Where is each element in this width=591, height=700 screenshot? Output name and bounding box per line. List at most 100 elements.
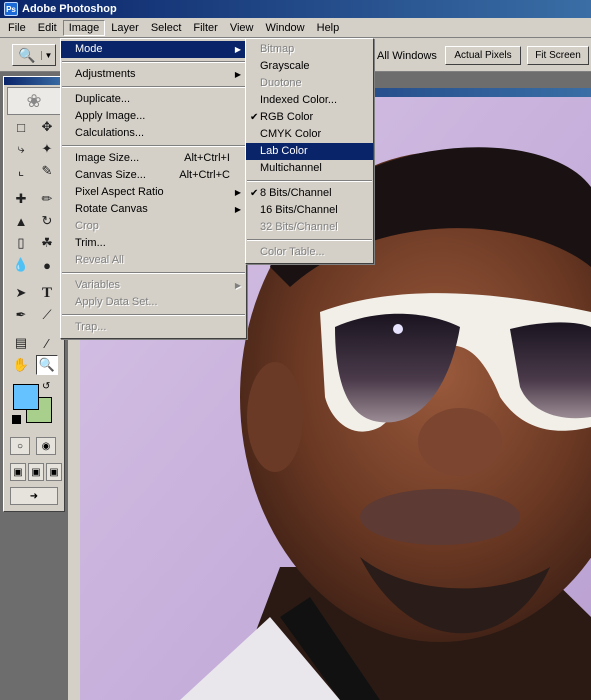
menu-select[interactable]: Select	[145, 20, 188, 36]
menu-item-label: Pixel Aspect Ratio	[75, 186, 164, 198]
menu-item-multichannel[interactable]: Multichannel	[246, 160, 373, 177]
menu-edit[interactable]: Edit	[32, 20, 63, 36]
menu-item-8-bits[interactable]: ✔ 8 Bits/Channel	[246, 185, 373, 202]
menu-separator	[247, 239, 372, 241]
chevron-right-icon: ▶	[234, 70, 241, 79]
screen-mode-menubar-icon[interactable]: ▣	[28, 463, 44, 481]
menu-view[interactable]: View	[224, 20, 260, 36]
menu-item-rotate-canvas[interactable]: Rotate Canvas ▶	[61, 201, 246, 218]
menu-file[interactable]: File	[2, 20, 32, 36]
menu-item-label: Variables	[75, 279, 121, 291]
menu-item-cmyk-color[interactable]: CMYK Color	[246, 126, 373, 143]
menu-separator	[62, 145, 245, 147]
menu-item-lab-color[interactable]: Lab Color	[246, 143, 373, 160]
menu-item-apply-data-set: Apply Data Set...	[75, 296, 158, 308]
path-selection-icon[interactable]: ➤	[10, 283, 32, 303]
menu-separator	[62, 272, 245, 274]
screen-mode-full-icon[interactable]: ▣	[46, 463, 62, 481]
pen-icon[interactable]: ✒	[10, 305, 32, 325]
magic-wand-icon[interactable]: ✦	[36, 139, 58, 159]
eyedropper-icon[interactable]: ⁄	[36, 333, 58, 353]
menu-item-bitmap: Bitmap	[260, 43, 295, 55]
zoom-icon: 🔍	[18, 46, 36, 63]
clone-stamp-icon[interactable]: ▲	[10, 211, 32, 231]
menu-separator	[62, 86, 245, 88]
menu-layer[interactable]: Layer	[105, 20, 145, 36]
menu-item-label: Adjustments	[75, 68, 136, 80]
menu-item-grayscale[interactable]: Grayscale	[246, 58, 373, 75]
paint-bucket-icon[interactable]: ☘	[36, 233, 58, 253]
chevron-right-icon: ▶	[234, 188, 241, 197]
lasso-icon[interactable]: ⤷	[10, 139, 32, 159]
menu-shortcut: Alt+Ctrl+I	[184, 152, 230, 164]
menu-shortcut: Alt+Ctrl+C	[179, 169, 230, 181]
menu-image[interactable]: Image	[62, 19, 106, 36]
standard-mode-icon[interactable]: ○	[10, 437, 30, 455]
all-windows-label[interactable]: All Windows	[377, 50, 437, 62]
menu-separator	[62, 61, 245, 63]
feather-logo-icon[interactable]: ❀	[7, 87, 61, 115]
eraser-icon[interactable]: ▯	[10, 233, 32, 253]
zoom-icon[interactable]: 🔍	[36, 355, 58, 375]
chevron-right-icon: ▶	[234, 281, 241, 290]
chevron-right-icon: ▶	[234, 205, 241, 214]
default-colors-icon[interactable]	[12, 415, 21, 424]
menu-item-label: Image Size...	[75, 152, 140, 164]
menu-item-color-table: Color Table...	[260, 246, 325, 258]
screen-mode-standard-icon[interactable]: ▣	[10, 463, 26, 481]
toolbox: ❀ □ ✥ ⤷ ✦ ⌞ ✎ ✚ ✏ ▲ ↻ ▯ ☘ 💧 ● ➤ T ✒ ⟋ ▤ …	[3, 76, 65, 512]
menu-item-rgb-color[interactable]: ✔ RGB Color	[246, 109, 373, 126]
dodge-icon[interactable]: ●	[36, 255, 58, 275]
notes-icon[interactable]: ▤	[10, 333, 32, 353]
healing-brush-icon[interactable]: ✚	[10, 189, 32, 209]
hand-icon[interactable]: ✋	[10, 355, 32, 375]
menu-help[interactable]: Help	[311, 20, 346, 36]
menu-window[interactable]: Window	[260, 20, 311, 36]
menu-item-adjustments[interactable]: Adjustments ▶	[61, 66, 246, 83]
menu-item-label: 8 Bits/Channel	[260, 187, 332, 199]
menu-item-trim[interactable]: Trim...	[61, 235, 246, 252]
menu-item-duplicate[interactable]: Duplicate...	[61, 91, 246, 108]
jump-to-imageready-icon[interactable]: ➜	[10, 487, 58, 505]
menu-item-apply-image[interactable]: Apply Image...	[61, 108, 246, 125]
menu-item-label: Canvas Size...	[75, 169, 146, 181]
menu-item-pixel-aspect-ratio[interactable]: Pixel Aspect Ratio ▶	[61, 184, 246, 201]
toolbox-title-bar[interactable]	[4, 77, 64, 85]
marquee-icon[interactable]: □	[10, 117, 32, 137]
move-icon[interactable]: ✥	[36, 117, 58, 137]
brush-icon[interactable]: ✏	[36, 189, 58, 209]
actual-pixels-button[interactable]: Actual Pixels	[445, 46, 521, 65]
menu-separator	[62, 314, 245, 316]
menu-item-mode[interactable]: Mode ▶	[61, 41, 246, 58]
slice-icon[interactable]: ✎	[36, 161, 58, 181]
app-title: Adobe Photoshop	[22, 3, 117, 15]
blur-icon[interactable]: 💧	[10, 255, 32, 275]
menu-item-trap: Trap...	[75, 321, 107, 333]
menu-separator	[247, 180, 372, 182]
line-icon[interactable]: ⟋	[36, 305, 58, 325]
menu-item-label: Rotate Canvas	[75, 203, 148, 215]
menu-item-16-bits[interactable]: 16 Bits/Channel	[246, 202, 373, 219]
menu-item-image-size[interactable]: Image Size... Alt+Ctrl+I	[61, 150, 246, 167]
photoshop-app-icon: Ps	[4, 2, 18, 16]
menu-item-label: Mode	[75, 43, 103, 55]
foreground-color-swatch[interactable]	[13, 384, 39, 410]
menu-item-calculations[interactable]: Calculations...	[61, 125, 246, 142]
type-icon[interactable]: T	[36, 283, 58, 303]
menu-item-duotone: Duotone	[260, 77, 302, 89]
menu-item-crop: Crop	[75, 220, 99, 232]
checkmark-icon: ✔	[250, 188, 259, 199]
menu-bar: File Edit Image Layer Select Filter View…	[0, 18, 591, 38]
menu-item-label: RGB Color	[260, 111, 314, 123]
swap-colors-icon[interactable]: ↺	[42, 381, 50, 392]
history-brush-icon[interactable]: ↻	[36, 211, 58, 231]
chevron-down-icon[interactable]: ▼	[41, 50, 55, 60]
crop-icon[interactable]: ⌞	[10, 161, 32, 181]
menu-filter[interactable]: Filter	[187, 20, 223, 36]
tool-preset-picker[interactable]: 🔍 ▼	[12, 44, 56, 66]
menu-item-32-bits: 32 Bits/Channel	[260, 221, 338, 233]
quick-mask-icon[interactable]: ◉	[36, 437, 56, 455]
menu-item-canvas-size[interactable]: Canvas Size... Alt+Ctrl+C	[61, 167, 246, 184]
fit-screen-button[interactable]: Fit Screen	[527, 46, 589, 65]
menu-item-indexed-color[interactable]: Indexed Color...	[246, 92, 373, 109]
